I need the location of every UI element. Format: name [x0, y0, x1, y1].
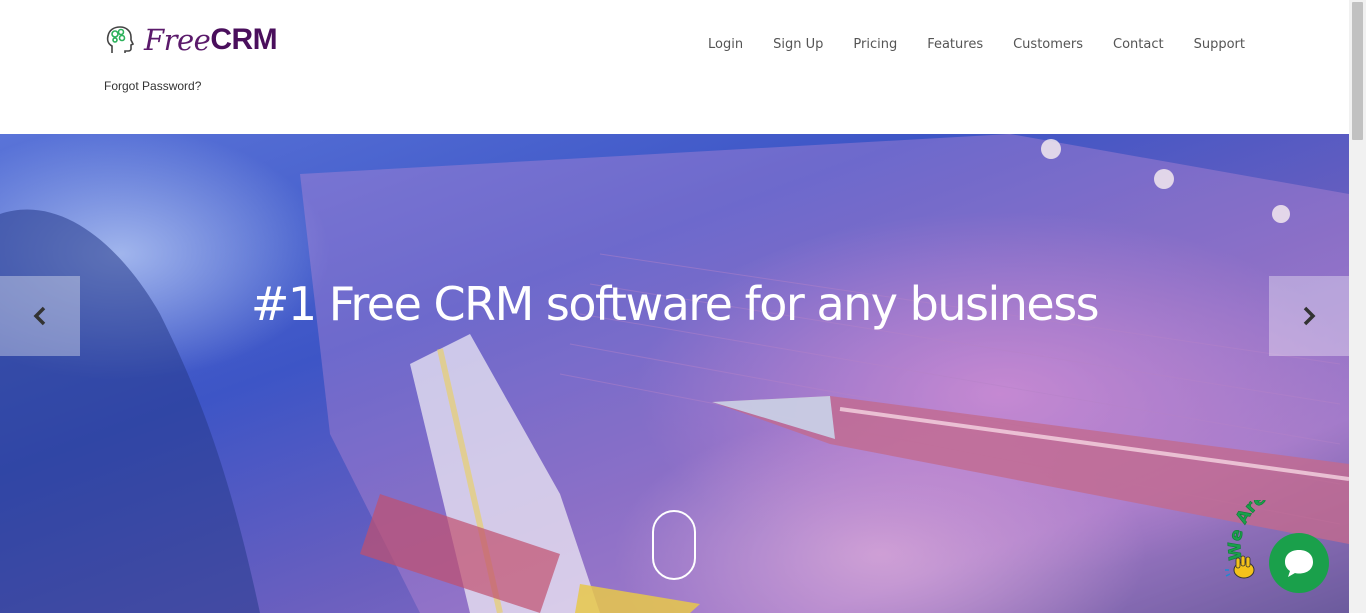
page-scrollbar[interactable]: [1349, 0, 1366, 613]
logo-text-crm: CRM: [210, 23, 278, 56]
chat-bubble-icon: [1285, 550, 1313, 577]
freecrm-logo[interactable]: Free CRM: [104, 22, 278, 58]
nav-customers[interactable]: Customers: [1013, 37, 1083, 53]
site-header: Free CRM Forgot Password? Login Sign Up …: [0, 0, 1349, 134]
nav-features[interactable]: Features: [927, 37, 983, 53]
hero-title: #1 Free CRM software for any business: [250, 277, 1100, 331]
nav-support[interactable]: Support: [1194, 37, 1245, 53]
chat-widget[interactable]: We Are Here!: [1222, 500, 1352, 610]
head-gears-icon: [106, 26, 135, 53]
carousel-next-button[interactable]: [1269, 276, 1349, 356]
main-nav: Login Sign Up Pricing Features Customers…: [678, 37, 1245, 53]
nav-contact[interactable]: Contact: [1113, 37, 1164, 53]
nav-signup[interactable]: Sign Up: [773, 37, 823, 53]
chevron-right-icon: [1303, 306, 1316, 326]
chat-open-button[interactable]: [1269, 533, 1329, 593]
nav-login[interactable]: Login: [708, 37, 743, 53]
nav-pricing[interactable]: Pricing: [853, 37, 897, 53]
forgot-password-link[interactable]: Forgot Password?: [104, 79, 201, 93]
chevron-left-icon: [33, 306, 46, 326]
logo-text-free: Free: [144, 23, 211, 57]
scrollbar-thumb[interactable]: [1352, 2, 1363, 140]
hero-carousel: #1 Free CRM software for any business: [0, 134, 1349, 613]
mouse-scroll-icon[interactable]: [652, 510, 696, 580]
carousel-prev-button[interactable]: [0, 276, 80, 356]
